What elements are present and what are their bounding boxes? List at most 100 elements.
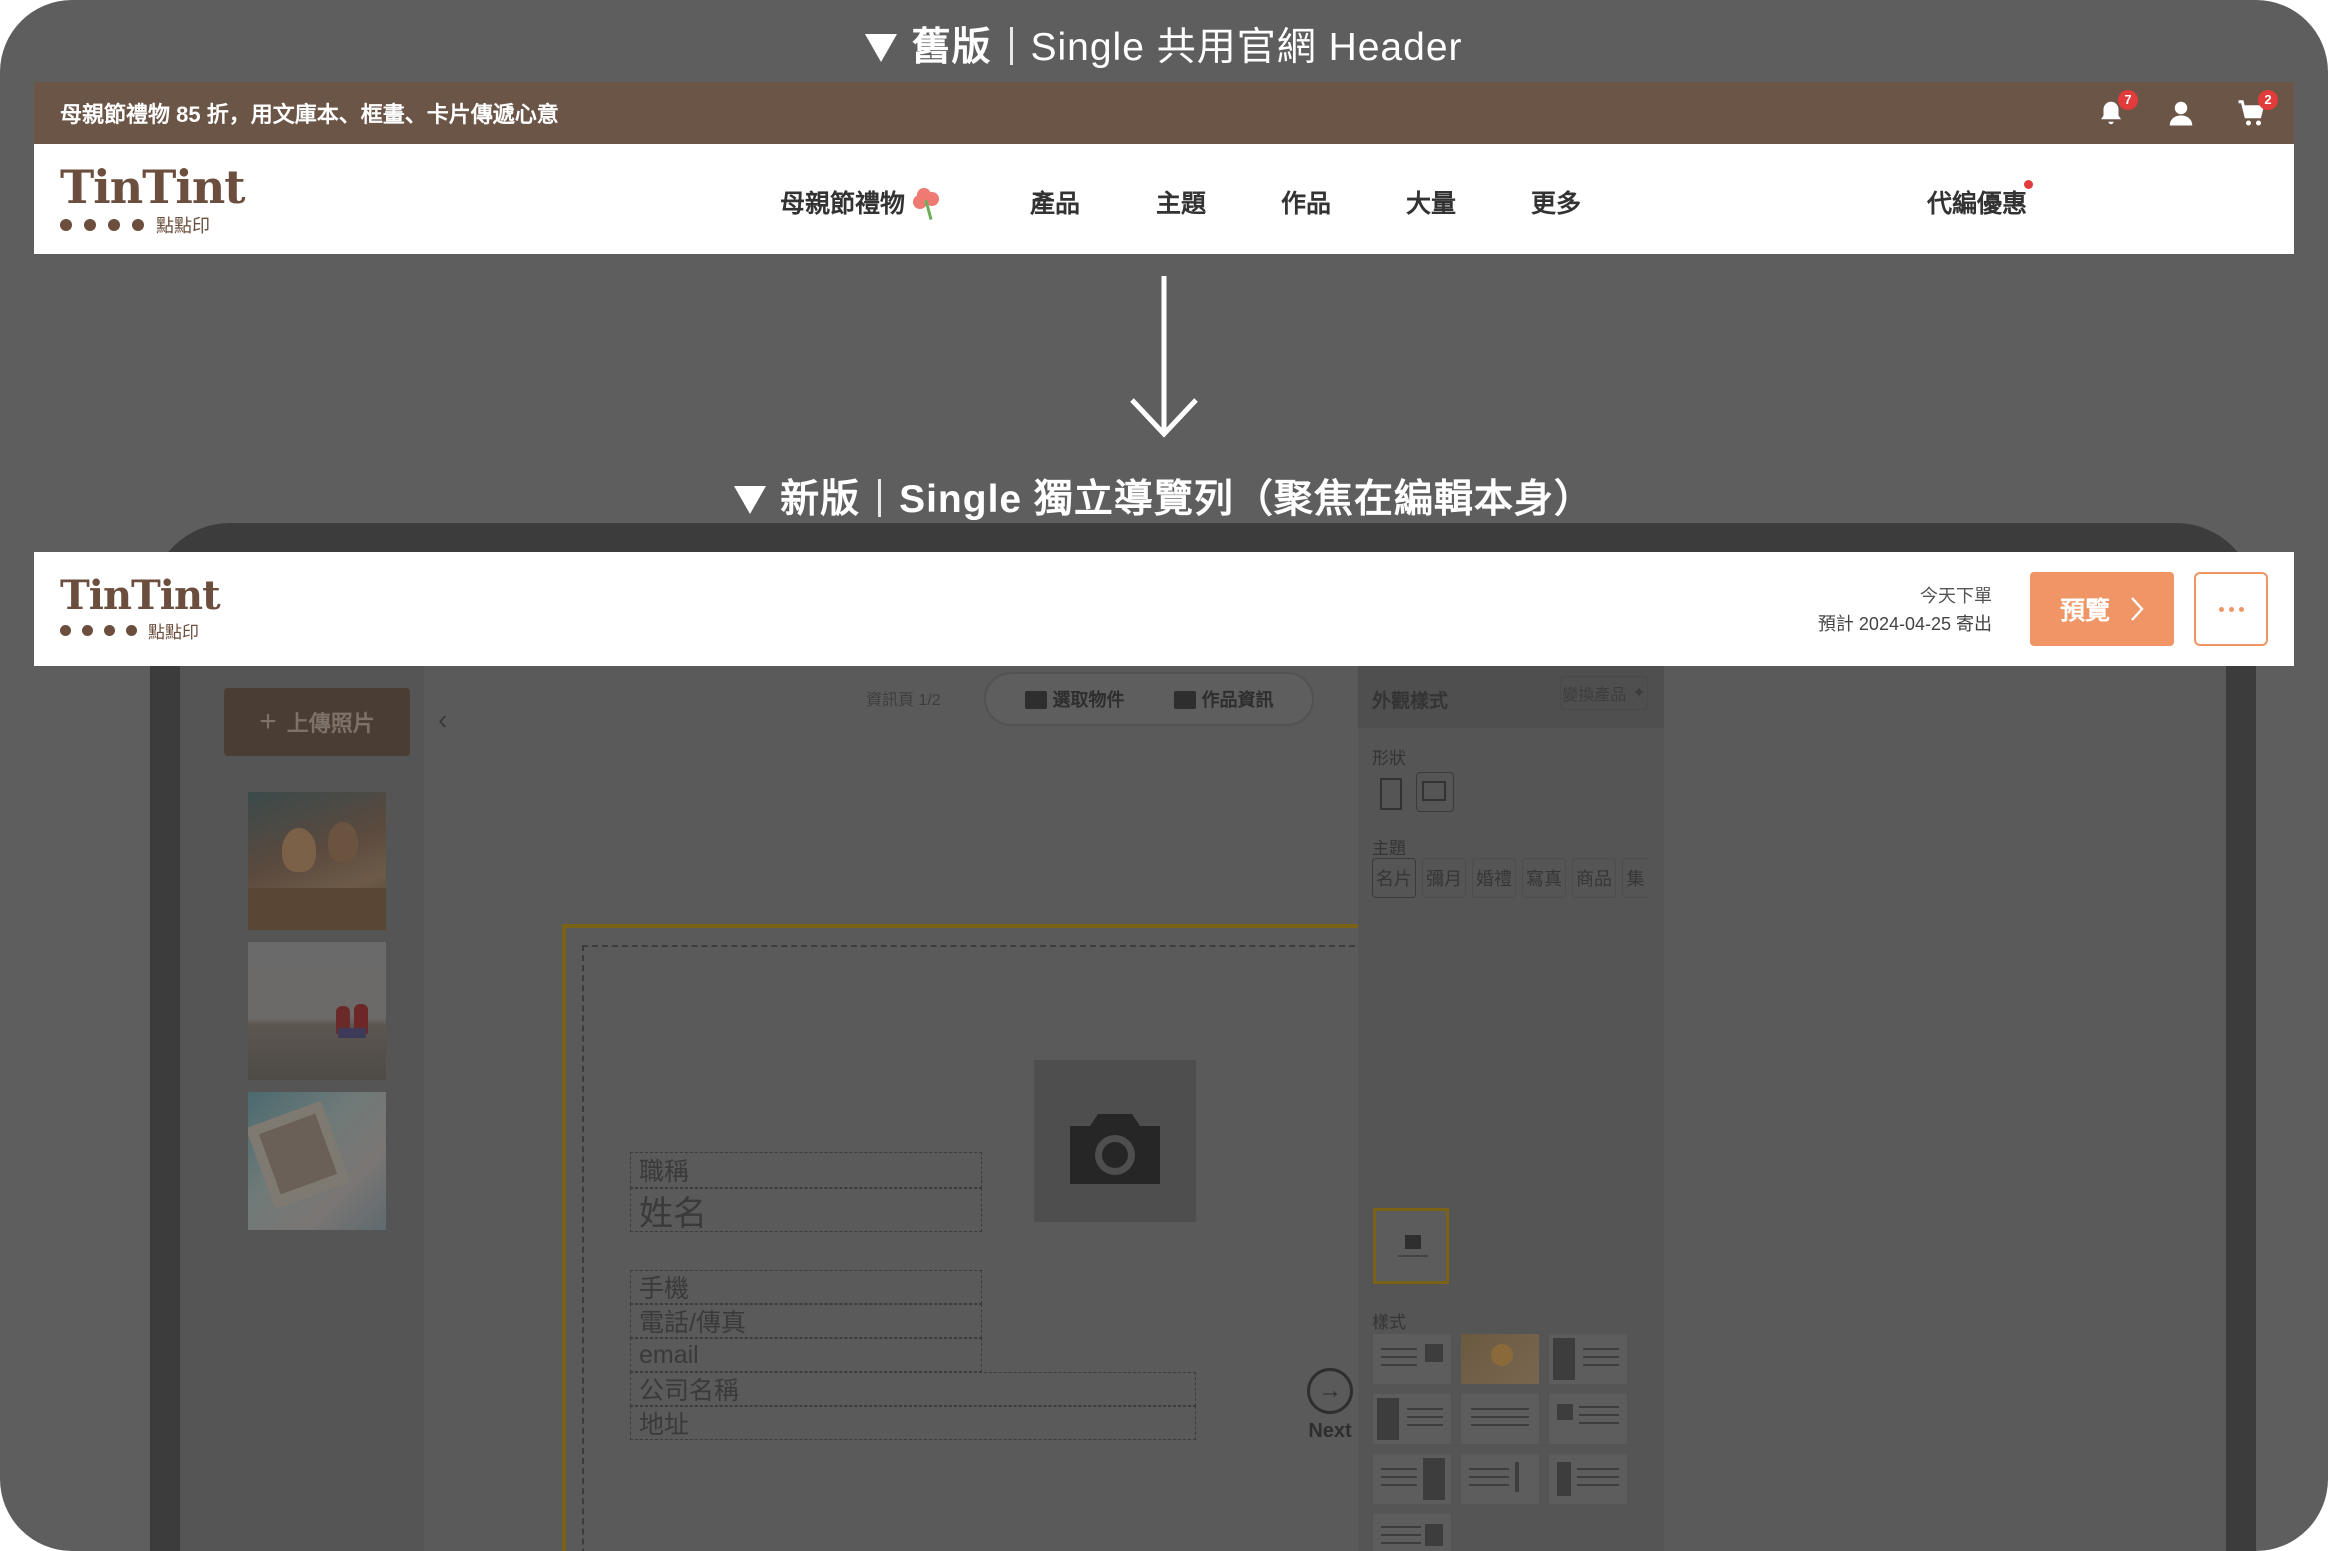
caption-divider [878,479,882,517]
style-option-7[interactable] [1373,1454,1451,1504]
style-option-9[interactable] [1549,1454,1627,1504]
change-product-label: 變換產品 [1562,687,1627,704]
sparkle-icon: ✦ [1632,685,1646,702]
style-option-3[interactable] [1549,1334,1627,1384]
cart-badge: 2 [2258,90,2278,110]
logo-subtitle: 點點印 [148,623,199,642]
next-page-button[interactable]: → Next [1300,1368,1360,1443]
caption-divider [1009,27,1013,65]
select-object-label: 選取物件 [1052,690,1125,710]
new-version-caption: 新版 Single 獨立導覽列（聚焦在編輯本身） [0,468,2328,524]
triangle-down-icon [865,34,898,62]
appearance-label: 外觀樣式 [1372,691,1449,712]
style-option-1[interactable] [1373,1334,1451,1384]
change-product-button[interactable]: 變換產品 ✦ [1560,676,1648,710]
photo-placeholder[interactable] [1034,1060,1196,1222]
card-field-mobile[interactable]: 手機 [630,1270,982,1304]
notification-badge: 7 [2118,90,2138,110]
shopping-cart-icon[interactable]: 2 [2234,90,2278,130]
shape-portrait-option[interactable] [1380,778,1402,810]
old-main-nav: TinTint 點點印 母親節禮物 產品 主題 作品 大量 更多 代編優惠 [34,144,2294,254]
tintint-logo[interactable]: TinTint 點點印 [60,572,221,643]
nav-item-products[interactable]: 產品 [1030,184,1080,220]
style-option-2[interactable] [1461,1334,1539,1384]
style-option-10[interactable] [1373,1514,1451,1551]
theme-tab-commerce[interactable]: 商品 [1572,858,1616,898]
old-version-caption-text: Single 共用官網 Header [1030,26,1463,69]
old-version-caption: 舊版 Single 共用官網 Header [0,16,2328,72]
down-arrow-icon [1130,276,1198,438]
theme-tab-baby[interactable]: 彌月 [1422,858,1466,898]
logo-subtitle: 點點印 [156,216,210,236]
style-option-8[interactable] [1461,1454,1539,1504]
shape-label: 形狀 [1372,749,1406,768]
work-info-button[interactable]: 作品資訊 [1173,686,1274,712]
theme-tab-business-card[interactable]: 名片 [1372,858,1416,898]
shipping-estimate: 今天下單 預計 2024-04-25 寄出 [1818,582,1992,638]
nav-item-label: 母親節禮物 [780,190,906,218]
order-today-label: 今天下單 [1920,586,1992,606]
new-version-caption-text: Single 獨立導覽列（聚焦在編輯本身） [899,478,1594,521]
upload-photo-button[interactable]: + 上傳照片 [224,688,410,756]
page-indicator: 資訊頁 1/2 [866,692,941,709]
shape-landscape-option[interactable] [1416,772,1454,812]
promo-bar: 母親節禮物 85 折，用文庫本、框畫、卡片傳遞心意 7 2 [34,82,2294,144]
camera-icon [1070,1114,1160,1184]
nav-item-mothers-day[interactable]: 母親節禮物 [780,184,943,221]
next-label: Next [1308,1420,1352,1442]
upload-photo-label: 上傳照片 [286,711,375,736]
style-option-5[interactable] [1461,1394,1539,1444]
nav-item-works[interactable]: 作品 [1281,184,1331,220]
style-option-4[interactable] [1373,1394,1451,1444]
photo-thumbnail-cafe[interactable] [248,792,386,930]
comparison-canvas: 舊版 Single 共用官網 Header 母親節禮物 85 折，用文庫本、框畫、… [0,0,2328,1551]
logo-dots-row: 點點印 [60,618,220,643]
photo-thumbnail-book[interactable] [248,1092,386,1230]
editor-workspace: + 上傳照片 ‹ 資訊頁 1/2 選取物件 作品資訊 職稱 姓名 手機 電話/傳… [180,552,2226,1551]
notification-bell-icon[interactable]: 7 [2094,90,2138,130]
card-field-title[interactable]: 職稱 [630,1152,982,1188]
theme-tab-wedding[interactable]: 婚禮 [1472,858,1516,898]
ship-date-label: 預計 2024-04-25 寄出 [1817,614,1992,634]
old-version-marker: 舊版 [911,26,992,69]
card-field-email[interactable]: email [630,1338,982,1372]
logo-wordmark: TinTint [60,572,221,619]
select-cursor-icon [1024,691,1047,709]
plus-icon: + [259,705,277,738]
logo-wordmark: TinTint [60,160,246,214]
photo-thumbnail-beach[interactable] [248,942,386,1080]
new-editor-navbar: TinTint 點點印 今天下單 預計 2024-04-25 寄出 預覽 [34,552,2294,666]
editor-toolbar: 選取物件 作品資訊 [984,672,1314,726]
select-object-button[interactable]: 選取物件 [1024,686,1125,712]
new-indicator-dot [2024,180,2034,189]
theme-template-selected[interactable] [1373,1208,1449,1284]
theme-tab-more[interactable]: 集 [1622,858,1648,898]
carnation-icon [911,188,943,221]
more-options-button[interactable] [2194,572,2268,646]
style-label: 樣式 [1372,1313,1406,1332]
nav-item-design-offer[interactable]: 代編優惠 [1927,180,2034,220]
nav-item-themes[interactable]: 主題 [1156,184,1206,220]
style-option-6[interactable] [1549,1394,1627,1444]
tintint-logo[interactable]: TinTint 點點印 [60,160,246,238]
nav-item-more[interactable]: 更多 [1531,184,1581,220]
new-version-marker: 新版 [780,478,861,521]
promo-text[interactable]: 母親節禮物 85 折，用文庫本、框畫、卡片傳遞心意 [60,97,2058,129]
user-account-icon[interactable] [2164,96,2198,130]
more-options-icon [2216,606,2246,612]
logo-dots-row: 點點印 [60,212,245,238]
work-info-label: 作品資訊 [1201,690,1274,710]
theme-label: 主題 [1372,839,1406,858]
triangle-down-icon [734,486,767,514]
card-field-company[interactable]: 公司名稱 [630,1372,1196,1406]
old-site-header: 母親節禮物 85 折，用文庫本、框畫、卡片傳遞心意 7 2 TinTint 點點… [34,82,2294,254]
preview-label: 預覽 [2059,597,2110,625]
card-field-name[interactable]: 姓名 [630,1188,982,1233]
theme-tab-portrait[interactable]: 寫真 [1522,858,1566,898]
card-field-phone[interactable]: 電話/傳真 [630,1304,982,1338]
nav-item-bulk[interactable]: 大量 [1406,184,1456,220]
preview-button[interactable]: 預覽 [2030,572,2174,646]
card-field-address[interactable]: 地址 [630,1406,1196,1440]
arrow-right-circle-icon: → [1307,1368,1353,1414]
chevron-right-icon [2131,597,2144,621]
